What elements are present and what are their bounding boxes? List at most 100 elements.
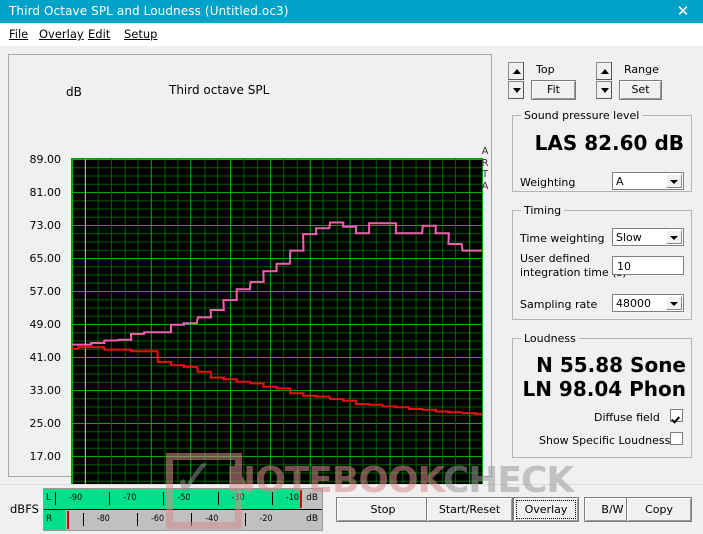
weighting-select[interactable]: A: [612, 172, 684, 190]
sampling-rate-value: 48000: [616, 297, 651, 310]
start-reset-button[interactable]: Start/Reset: [426, 497, 513, 522]
y-tick-label: 49.00: [29, 318, 62, 331]
menu-file-label: File: [9, 27, 29, 41]
meter-tick-label: -80: [96, 513, 110, 524]
show-specific-loudness-checkbox[interactable]: [670, 432, 683, 445]
sampling-rate-select[interactable]: 48000: [612, 294, 684, 312]
menu-item-file[interactable]: File: [9, 27, 28, 41]
meter-fill-left: [44, 489, 300, 509]
y-tick-label: 17.00: [29, 450, 62, 463]
loudness-group-title: Loudness: [521, 332, 579, 345]
diffuse-field-label: Diffuse field: [594, 411, 660, 424]
menu-edit-label: Edit: [88, 27, 111, 41]
weighting-value: A: [616, 175, 624, 188]
spl-value: LAS 82.60 dB: [534, 131, 684, 155]
chevron-down-icon[interactable]: [666, 174, 682, 188]
meter-tick-mark: [55, 492, 57, 505]
y-axis-unit: dB: [66, 85, 82, 99]
chevron-down-icon[interactable]: [666, 296, 682, 310]
meter-tick-mark: [82, 513, 84, 526]
integration-time-label-line2: integration time (s): [520, 266, 627, 279]
range-spinner[interactable]: [596, 62, 612, 100]
top-scale-label: Top: [536, 63, 555, 76]
plot-area[interactable]: [71, 158, 483, 490]
top-scale-up-button[interactable]: [508, 62, 524, 80]
spl-group-title: Sound pressure level: [521, 109, 643, 122]
meter-tick-label: -50: [177, 492, 191, 503]
diffuse-field-checkbox[interactable]: [670, 409, 683, 422]
loudness-phon-value: LN 98.04 Phon: [522, 377, 686, 401]
meter-peak-right: [67, 511, 69, 529]
top-scale-down-button[interactable]: [508, 81, 524, 99]
meter-tick-label: -90: [69, 492, 83, 503]
meter-tick-mark: [217, 492, 219, 505]
show-specific-loudness-label: Show Specific Loudness: [539, 434, 671, 447]
meter-tick-mark: [245, 513, 247, 526]
meter-tick-label: -30: [231, 492, 245, 503]
close-icon[interactable]: ✕: [663, 0, 703, 23]
meter-tick-label: -70: [123, 492, 137, 503]
y-tick-label: 57.00: [29, 285, 62, 298]
y-tick-label: 41.00: [29, 351, 62, 364]
arta-watermark: ARTA: [481, 146, 489, 192]
meter-tick-mark: [163, 492, 165, 505]
y-tick-label: 73.00: [29, 219, 62, 232]
copy-button[interactable]: Copy: [626, 497, 692, 522]
meter-tick-label: -60: [151, 513, 165, 524]
meter-tick-label: -10: [285, 492, 299, 503]
integration-time-input[interactable]: 10: [612, 256, 684, 275]
meter-tag-right: R: [46, 514, 53, 524]
meter-db-right: dB: [306, 514, 318, 524]
integration-time-value: 10: [617, 260, 631, 273]
top-scale-spinner[interactable]: [508, 62, 524, 100]
set-button[interactable]: Set: [619, 80, 662, 100]
meter-row-left: L -90 -70 -50 -30 -10 dB: [44, 489, 322, 510]
y-tick-label: 33.00: [29, 384, 62, 397]
client-area: dB Third octave SPL 89.00 81.00 73.00 65.00…: [0, 46, 703, 529]
dbfs-label: dBFS: [10, 502, 39, 516]
menu-overlay-label: Overlay: [39, 27, 84, 41]
stop-button[interactable]: Stop: [336, 497, 430, 522]
meter-tag-left: L: [46, 493, 52, 503]
meter-peak-left: [300, 490, 302, 508]
menu-item-overlay[interactable]: Overlay: [39, 27, 84, 41]
menu-item-setup[interactable]: Setup: [124, 27, 157, 41]
y-tick-label: 65.00: [29, 252, 62, 265]
triangle-up-icon: [601, 69, 609, 74]
time-weighting-label: Time weighting: [520, 232, 605, 245]
meter-tick-label: -40: [205, 513, 219, 524]
plot-svg: [72, 159, 482, 489]
range-down-button[interactable]: [596, 81, 612, 99]
level-meters: L -90 -70 -50 -30 -10 dB R -80 -60 -40 -20 dB: [43, 488, 323, 531]
right-panel: Top Fit Range Set Sound pressure level L…: [500, 50, 699, 480]
bottom-bar: dBFS L -90 -70 -50 -30 -10 dB R -80 -60 -40 -20…: [0, 484, 703, 534]
triangle-up-icon: [513, 69, 521, 74]
weighting-label: Weighting: [520, 176, 576, 189]
chart-panel: dB Third octave SPL 89.00 81.00 73.00 65.00…: [8, 54, 492, 529]
loudness-sone-value: N 55.88 Sone: [536, 353, 686, 377]
meter-tick-mark: [271, 492, 273, 505]
meter-tick-mark: [137, 513, 139, 526]
timing-group-title: Timing: [521, 204, 565, 217]
y-tick-label: 89.00: [29, 153, 62, 166]
time-weighting-value: Slow: [616, 231, 642, 244]
menu-bar: File Overlay Edit Setup: [0, 23, 703, 47]
fit-button[interactable]: Fit: [531, 80, 576, 100]
chevron-down-icon[interactable]: [666, 230, 682, 244]
window-title: Third Octave SPL and Loudness (Untitled.…: [9, 4, 289, 18]
y-tick-label: 81.00: [29, 186, 62, 199]
triangle-down-icon: [601, 88, 609, 93]
overlay-button[interactable]: Overlay: [513, 497, 579, 522]
sampling-rate-label: Sampling rate: [520, 298, 598, 311]
menu-setup-label: Setup: [124, 27, 158, 41]
meter-tick-mark: [191, 513, 193, 526]
meter-db-left: dB: [306, 493, 318, 503]
range-up-button[interactable]: [596, 62, 612, 80]
meter-tick-mark: [109, 492, 111, 505]
time-weighting-select[interactable]: Slow: [612, 228, 684, 246]
integration-time-label-line1: User defined: [520, 252, 590, 265]
title-bar: Third Octave SPL and Loudness (Untitled.…: [0, 0, 703, 23]
meter-tick-label: -20: [259, 513, 273, 524]
application-window: Third Octave SPL and Loudness (Untitled.…: [0, 0, 703, 534]
menu-item-edit[interactable]: Edit: [88, 27, 110, 41]
